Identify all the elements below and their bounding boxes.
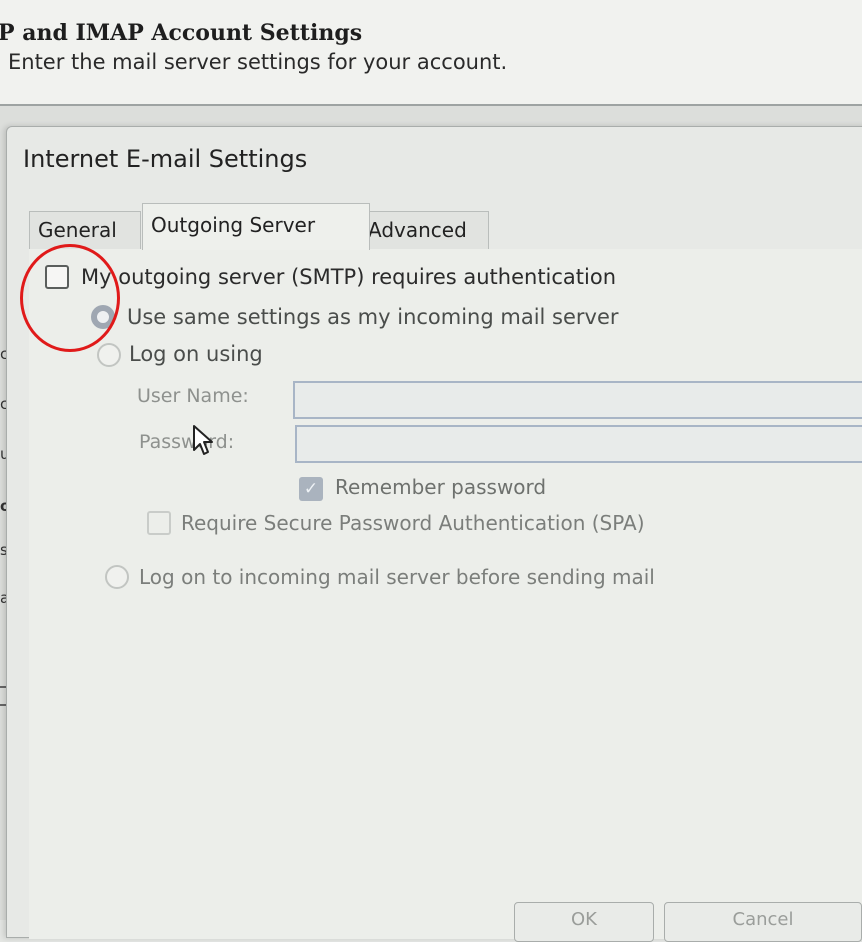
wizard-subtitle: Enter the mail server settings for your … — [8, 50, 508, 74]
log-on-using-radio[interactable] — [97, 343, 121, 367]
password-label: Password: — [139, 431, 235, 453]
dialog-title: Internet E-mail Settings — [23, 145, 308, 173]
log-on-incoming-label: Log on to incoming mail server before se… — [139, 565, 655, 589]
log-on-using-label: Log on using — [129, 342, 263, 366]
wizard-header: P and IMAP Account Settings Enter the ma… — [0, 0, 862, 106]
tab-advanced[interactable]: Advanced — [359, 211, 489, 249]
smtp-auth-label: My outgoing server (SMTP) requires authe… — [81, 265, 617, 289]
wizard-title: P and IMAP Account Settings — [0, 20, 363, 46]
tab-outgoing-server[interactable]: Outgoing Server — [142, 203, 370, 250]
annotation-circle — [20, 244, 120, 352]
outgoing-server-panel: My outgoing server (SMTP) requires authe… — [29, 249, 862, 939]
tab-strip: General Outgoing Server Advanced — [29, 203, 862, 250]
tab-general[interactable]: General — [29, 211, 141, 249]
remember-password-label: Remember password — [335, 475, 547, 499]
remember-password-checkbox[interactable]: ✓ — [299, 477, 323, 501]
internet-email-settings-dialog: Internet E-mail Settings General Outgoin… — [6, 126, 862, 939]
spa-checkbox[interactable] — [147, 511, 171, 535]
same-settings-label: Use same settings as my incoming mail se… — [127, 305, 619, 329]
spa-label: Require Secure Password Authentication (… — [181, 511, 645, 535]
cancel-button[interactable]: Cancel — [664, 902, 862, 942]
user-name-input[interactable] — [293, 381, 862, 419]
user-name-label: User Name: — [137, 385, 249, 407]
ok-button[interactable]: OK — [514, 902, 654, 942]
mouse-cursor-icon — [193, 425, 213, 455]
password-input[interactable] — [295, 425, 862, 463]
log-on-incoming-radio[interactable] — [105, 565, 129, 589]
